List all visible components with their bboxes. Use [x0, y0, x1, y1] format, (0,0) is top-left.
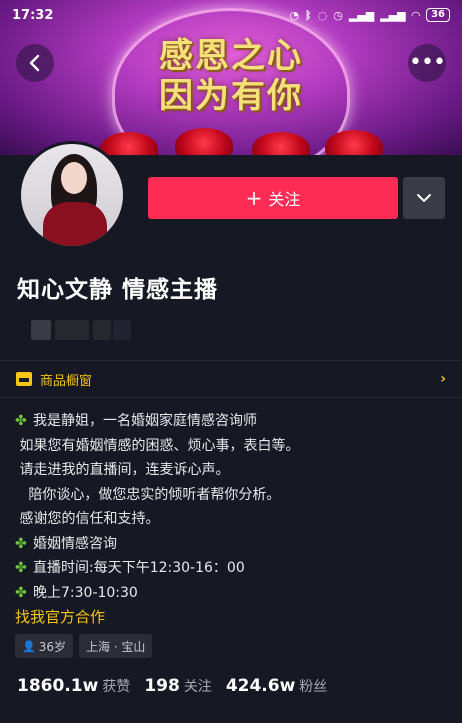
bio-line: 请走进我的直播间，连麦诉心声。 — [15, 462, 230, 478]
blurred-id — [31, 320, 51, 340]
bio-line: ✤ 婚姻情感咨询 — [15, 532, 445, 557]
mute-icon: ◌ — [317, 8, 328, 22]
shop-icon — [16, 372, 32, 386]
status-time: 17:32 — [12, 7, 54, 23]
profile-tags: 👤 36岁 上海 · 宝山 — [15, 634, 153, 658]
clover-icon: ✤ — [15, 413, 27, 429]
clover-icon: ✤ — [15, 560, 27, 576]
bio-line: ✤ 直播时间:每天下午12:30-16：00 — [15, 556, 445, 581]
wifi-icon: ◠ — [411, 8, 421, 22]
signal-icon: ▂▄▆ — [348, 8, 375, 22]
plus-icon: + — [245, 186, 263, 210]
followers-stat[interactable]: 424.6w 粉丝 — [226, 676, 327, 696]
rose-decoration — [325, 130, 383, 155]
female-icon: 👤 — [22, 639, 36, 653]
notification-icon: ◔ — [289, 8, 299, 22]
avatar[interactable] — [18, 141, 126, 249]
bluetooth-icon: ᛒ — [305, 8, 312, 22]
profile-bio: ✤ 我是静姐，一名婚姻家庭情感咨询师 如果您有婚姻情感的困惑、烦心事，表白等。 请… — [15, 409, 445, 630]
rose-decoration — [175, 128, 233, 155]
clover-icon: ✤ — [15, 584, 27, 601]
more-button[interactable]: ••• — [408, 44, 446, 82]
banner-title-line2: 因为有你 — [159, 76, 303, 116]
shop-window-row[interactable]: 商品橱窗 › — [0, 360, 462, 398]
status-bar: 17:32 ◔ ᛒ ◌ ◷ ▂▄▆ ▂▄▆ ◠ 36 — [0, 0, 462, 30]
recommend-dropdown-button[interactable] — [403, 177, 445, 219]
back-button[interactable] — [16, 44, 54, 82]
status-icons: ◔ ᛒ ◌ ◷ ▂▄▆ ▂▄▆ ◠ 36 — [289, 8, 450, 22]
official-cooperation-link[interactable]: 找我官方合作 — [15, 605, 445, 630]
shop-window-label: 商品橱窗 — [40, 373, 93, 389]
age-tag: 👤 36岁 — [15, 634, 73, 658]
bio-line: 感谢您的信任和支持。 — [15, 511, 160, 527]
chevron-down-icon — [417, 194, 431, 202]
blurred-id — [93, 320, 111, 340]
blurred-id — [113, 320, 131, 340]
more-dots-icon: ••• — [409, 50, 446, 75]
chevron-left-icon — [29, 54, 40, 72]
profile-name: 知心文静 情感主播 — [17, 277, 219, 303]
battery-icon: 36 — [426, 8, 450, 22]
location-tag: 上海 · 宝山 — [78, 634, 153, 658]
signal-icon: ▂▄▆ — [380, 8, 406, 22]
bio-line: ✤ 晚上7:30-10:30 — [15, 581, 445, 606]
clover-icon: ✤ — [15, 535, 27, 552]
follow-label: 关注 — [268, 190, 301, 209]
likes-stat: 1860.1w 获赞 — [17, 676, 131, 696]
chevron-right-icon: › — [440, 371, 446, 387]
alarm-icon: ◷ — [333, 8, 343, 22]
profile-stats: 1860.1w 获赞 198 关注 424.6w 粉丝 — [17, 676, 327, 696]
bio-line: ✤ 我是静姐，一名婚姻家庭情感咨询师 — [15, 409, 445, 434]
blurred-id — [55, 320, 89, 340]
follow-button[interactable]: + 关注 — [148, 177, 398, 219]
bio-line: 如果您有婚姻情感的困惑、烦心事，表白等。 — [15, 437, 300, 454]
bio-line: 陪你谈心，做您忠实的倾听者帮你分析。 — [15, 486, 281, 503]
following-stat[interactable]: 198 关注 — [144, 676, 212, 696]
